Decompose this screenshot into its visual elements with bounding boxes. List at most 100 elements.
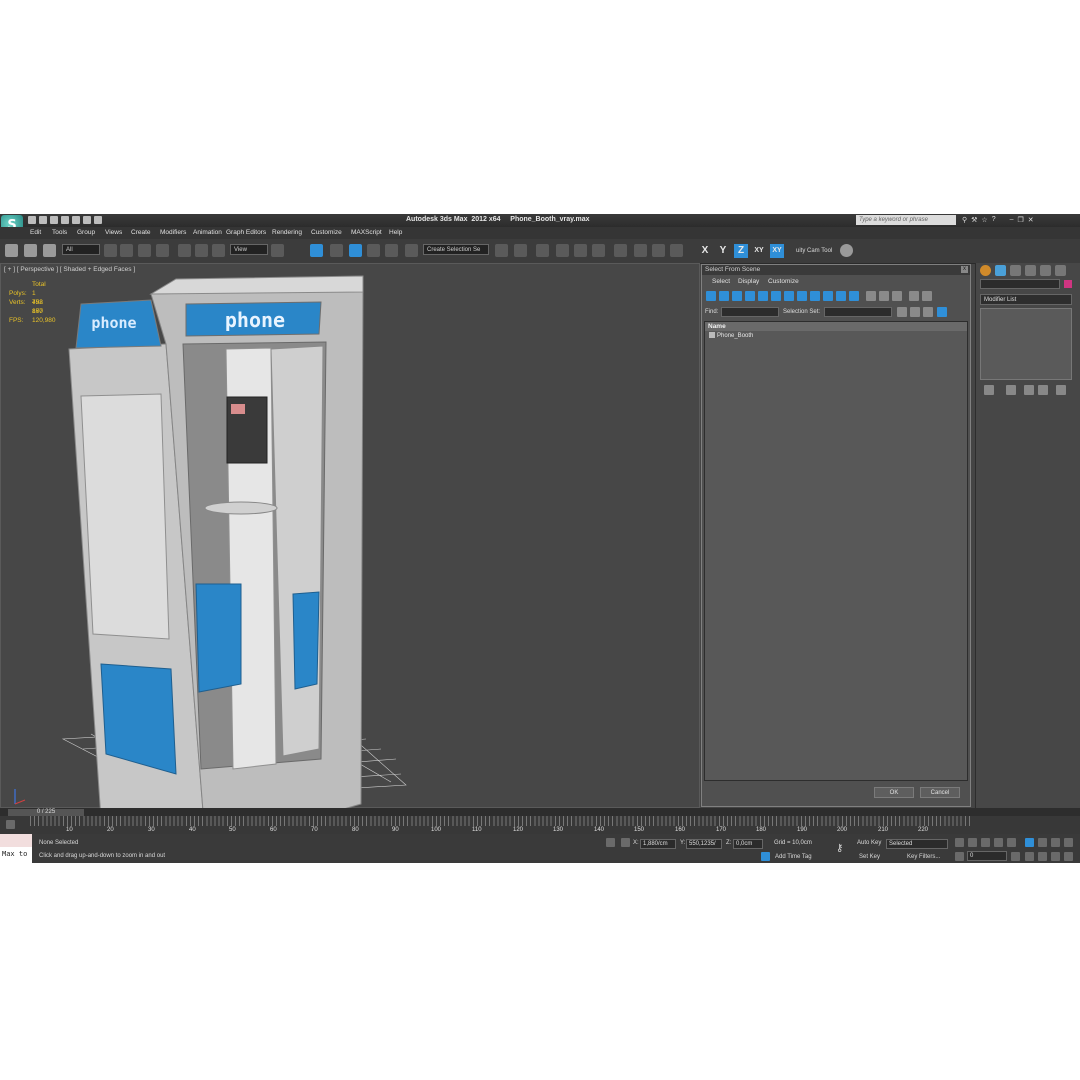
dialog-menu-display[interactable]: Display [738, 278, 759, 285]
zoom-all-icon[interactable] [1038, 838, 1047, 847]
star-icon[interactable]: ☆ [981, 216, 987, 224]
key-mode-toggle-icon[interactable] [955, 852, 964, 861]
menu-group[interactable]: Group [77, 229, 95, 236]
remove-modifier-icon[interactable] [1038, 385, 1048, 395]
axis-y-button[interactable]: Y [716, 244, 730, 258]
display-invert-icon[interactable] [892, 291, 902, 301]
curve-editor-icon[interactable] [574, 244, 587, 257]
time-slider[interactable]: 0 / 225 [8, 809, 84, 816]
rotate-icon[interactable] [195, 244, 208, 257]
filter-funnel-icon[interactable] [909, 291, 919, 301]
align-icon[interactable] [514, 244, 527, 257]
menu-modifiers[interactable]: Modifiers [160, 229, 186, 236]
filter-groups-icon[interactable] [784, 291, 794, 301]
key-mode-dropdown[interactable]: Selected [886, 839, 948, 849]
select-by-name-icon[interactable] [120, 244, 133, 257]
axis-z-button[interactable]: Z [734, 244, 748, 258]
y-coordinate-field[interactable]: 550,1235/ [686, 839, 722, 849]
scene-object-list[interactable]: Name Phone_Booth [704, 321, 968, 781]
tools-icon[interactable]: ⚒ [971, 216, 977, 224]
dialog-menu-customize[interactable]: Customize [768, 278, 799, 285]
workspace-icon[interactable] [94, 216, 102, 224]
restore-icon[interactable]: ❐ [1018, 216, 1024, 224]
scale-icon[interactable] [212, 244, 225, 257]
selection-set-dropdown[interactable] [824, 307, 892, 317]
filter-lights-icon[interactable] [732, 291, 742, 301]
filter-cameras-icon[interactable] [745, 291, 755, 301]
mirror-icon[interactable] [495, 244, 508, 257]
rendered-frame-window-icon[interactable] [652, 244, 665, 257]
menu-maxscript[interactable]: MAXScript [351, 229, 382, 236]
filter-geometry-icon[interactable] [706, 291, 716, 301]
axis-xy-button[interactable]: XY [752, 244, 766, 258]
menu-rendering[interactable]: Rendering [272, 229, 302, 236]
filter-bones-icon[interactable] [810, 291, 820, 301]
go-to-end-icon[interactable] [1007, 838, 1016, 847]
time-tag-icon[interactable] [761, 852, 770, 861]
menu-views[interactable]: Views [105, 229, 122, 236]
reference-coordinate-dropdown[interactable]: View [230, 244, 268, 255]
project-folder-icon[interactable] [83, 216, 91, 224]
link-icon[interactable] [5, 244, 18, 257]
bind-space-warp-icon[interactable] [43, 244, 56, 257]
create-tab-icon[interactable] [980, 265, 991, 276]
modifier-stack[interactable] [980, 308, 1072, 380]
object-color-swatch[interactable] [1064, 280, 1072, 288]
menu-graph-editors[interactable]: Graph Editors [226, 229, 266, 236]
help-icon[interactable]: ? [992, 216, 996, 224]
percent-snap-icon[interactable] [367, 244, 380, 257]
track-bar[interactable]: 10 20 30 40 50 60 70 80 90 100 110 120 1… [0, 816, 1080, 834]
filter-xrefs-icon[interactable] [797, 291, 807, 301]
perspective-viewport[interactable]: [ + ] [ Perspective ] [ Shaded + Edged F… [0, 263, 700, 809]
camera-tool-label[interactable]: uity Cam Tool [796, 248, 832, 254]
set-key-button[interactable]: Set Key [859, 854, 880, 860]
key-icon[interactable]: ⚷ [836, 844, 845, 854]
layer-manager-icon[interactable] [536, 244, 549, 257]
minimize-icon[interactable]: – [1010, 216, 1014, 224]
save-file-icon[interactable] [50, 216, 58, 224]
sync-selection-icon[interactable] [937, 307, 947, 317]
open-file-icon[interactable] [39, 216, 47, 224]
select-invert-icon[interactable] [923, 307, 933, 317]
pivot-center-icon[interactable] [271, 244, 284, 257]
object-name-field[interactable] [980, 279, 1060, 289]
dialog-menu-select[interactable]: Select [712, 278, 730, 285]
select-all-icon[interactable] [897, 307, 907, 317]
undo-icon[interactable] [61, 216, 69, 224]
maxscript-output[interactable] [0, 834, 32, 847]
render-setup-icon[interactable] [634, 244, 647, 257]
zoom-extents-icon[interactable] [1051, 838, 1060, 847]
rectangular-selection-icon[interactable] [138, 244, 151, 257]
graphite-tools-icon[interactable] [556, 244, 569, 257]
name-column-header[interactable]: Name [705, 322, 967, 331]
redo-icon[interactable] [72, 216, 80, 224]
menu-help[interactable]: Help [389, 229, 402, 236]
filter-helpers-icon[interactable] [758, 291, 768, 301]
configure-modifier-sets-icon[interactable] [1056, 385, 1066, 395]
pan-view-icon[interactable] [1038, 852, 1047, 861]
mini-curve-editor-icon[interactable] [6, 820, 15, 829]
named-selection-set-dropdown[interactable]: Create Selection Se [423, 244, 489, 255]
angle-snap-icon[interactable] [349, 244, 362, 257]
filter-space-warps-icon[interactable] [771, 291, 781, 301]
play-icon[interactable] [981, 838, 990, 847]
utilities-tab-icon[interactable] [1055, 265, 1066, 276]
modify-tab-icon[interactable] [995, 265, 1006, 276]
find-input[interactable] [721, 307, 779, 317]
selection-filter-dropdown[interactable]: All [62, 244, 100, 255]
menu-customize[interactable]: Customize [311, 229, 342, 236]
filter-shapes-icon[interactable] [719, 291, 729, 301]
field-of-view-icon[interactable] [1025, 852, 1034, 861]
edit-named-selection-icon[interactable] [405, 244, 418, 257]
hierarchy-tab-icon[interactable] [1010, 265, 1021, 276]
new-file-icon[interactable] [28, 216, 36, 224]
axis-xy-plane-button[interactable]: XY [770, 244, 784, 258]
zoom-extents-all-icon[interactable] [1064, 838, 1073, 847]
menu-animation[interactable]: Animation [193, 229, 222, 236]
maximize-viewport-icon[interactable] [1064, 852, 1073, 861]
select-object-icon[interactable] [104, 244, 117, 257]
display-tab-icon[interactable] [1040, 265, 1051, 276]
filter-options-icon[interactable] [922, 291, 932, 301]
time-configuration-icon[interactable] [1011, 852, 1020, 861]
schematic-view-icon[interactable] [592, 244, 605, 257]
